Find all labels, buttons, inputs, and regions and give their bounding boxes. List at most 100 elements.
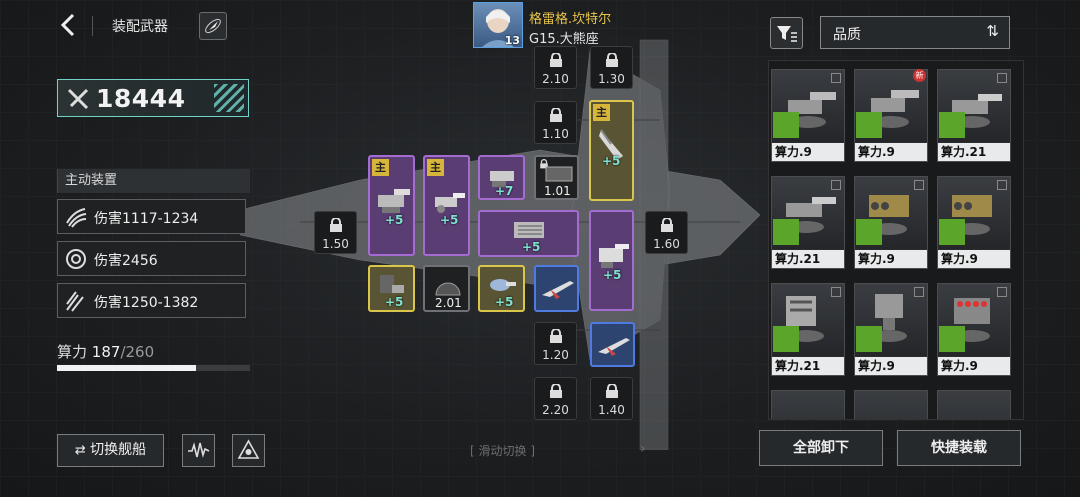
inventory-card[interactable]	[854, 390, 928, 419]
pilot-name: 格雷格.坎特尔	[529, 12, 612, 27]
rank-badge-icon	[939, 112, 965, 138]
inventory-card[interactable]	[771, 390, 845, 419]
compute-bar-fill	[57, 365, 196, 371]
lock-icon	[606, 53, 618, 67]
locked-slot[interactable]: 2.10	[534, 46, 577, 89]
claw-slash-icon	[66, 208, 87, 228]
upgrade-level: +5	[522, 240, 541, 254]
weapon-slot-wide[interactable]: +5	[478, 210, 579, 257]
switch-ship-button[interactable]: ⇄ 切换舰船	[57, 434, 164, 467]
weapon-slot-main[interactable]: 主 +5	[368, 155, 415, 256]
unequip-all-button[interactable]: 全部卸下	[759, 430, 883, 466]
inventory-card[interactable]: 算力.9	[937, 283, 1011, 376]
compute-used: 187	[91, 343, 121, 361]
combat-power-box: 18444	[57, 79, 249, 117]
waveform-button[interactable]	[182, 434, 215, 467]
select-checkbox[interactable]	[831, 180, 841, 190]
rank-badge-icon	[773, 112, 799, 138]
inventory-card[interactable]: 算力.9	[937, 176, 1011, 269]
rocket-icon	[205, 18, 221, 34]
locked-slot[interactable]: 1.30	[590, 46, 633, 89]
locked-slot[interactable]: 1.20	[534, 322, 577, 365]
upgrade-level: +5	[602, 154, 621, 168]
inventory-card[interactable]: 算力.21	[771, 283, 845, 376]
formation-button[interactable]	[232, 434, 265, 467]
combat-power-value: 18444	[96, 84, 186, 113]
select-checkbox[interactable]	[914, 180, 924, 190]
fighter-slot[interactable]	[534, 265, 579, 312]
stat-text: 伤害2456	[94, 253, 158, 269]
weapon-slot-main[interactable]: 主 +5	[423, 155, 470, 256]
sort-order-icon: ⇅	[986, 22, 999, 40]
slot-level: 2.10	[542, 72, 569, 86]
weapon-slot[interactable]: +5	[368, 265, 415, 312]
weapon-thumbnail	[938, 391, 1010, 419]
card-compute: 算力.21	[938, 143, 1010, 161]
inventory-card[interactable]: 算力.9	[771, 69, 845, 162]
main-tag: 主	[372, 159, 389, 176]
active-device-stat[interactable]: 伤害1117-1234	[57, 199, 246, 234]
inventory-card[interactable]: 算力.9	[854, 283, 928, 376]
active-device-stat[interactable]: 伤害2456	[57, 241, 246, 276]
sort-dropdown[interactable]: 品质 ⇅	[820, 16, 1010, 49]
locked-slot[interactable]: 1.60	[645, 211, 688, 254]
select-checkbox[interactable]	[914, 287, 924, 297]
weapon-slot[interactable]: +5	[589, 210, 634, 311]
locked-slot[interactable]: 1.50	[314, 211, 357, 254]
quick-equip-button[interactable]: 快捷装载	[897, 430, 1021, 466]
card-compute: 算力.9	[938, 357, 1010, 375]
rank-badge-icon	[856, 219, 882, 245]
compute-readout: 算力 187/260	[57, 341, 154, 362]
lock-icon	[550, 384, 562, 398]
inventory-card[interactable]	[937, 390, 1011, 419]
weapon-thumbnail	[855, 391, 927, 419]
select-checkbox[interactable]	[831, 73, 841, 83]
weapon-inventory[interactable]: 算力.9 新 算力.9 算力.21 算力.21 算力.9 算力.9 算力.21 …	[768, 60, 1024, 420]
swipe-hint: [ 滑动切换 ]	[470, 444, 536, 458]
locked-slot[interactable]: 1.10	[534, 101, 577, 144]
locked-slot[interactable]: 1.40	[590, 377, 633, 420]
compute-bar	[57, 365, 250, 371]
swap-arrows-icon: ⇄	[74, 443, 86, 458]
upgrade-level: +5	[495, 295, 514, 309]
inventory-card[interactable]: 新 算力.9	[854, 69, 928, 162]
power-stripe-decoration	[214, 84, 244, 112]
card-compute: 算力.9	[855, 143, 927, 161]
inventory-card[interactable]: 算力.21	[771, 176, 845, 269]
slot-level: 1.10	[542, 127, 569, 141]
select-checkbox[interactable]	[831, 287, 841, 297]
fighter-craft-icon	[542, 281, 574, 299]
stat-text: 伤害1250-1382	[94, 295, 199, 311]
upgrade-level: +7	[495, 184, 514, 198]
compute-max: /260	[120, 343, 155, 361]
pilot-avatar[interactable]: 13	[473, 2, 523, 48]
card-compute: 算力.21	[772, 357, 844, 375]
back-arrow-icon[interactable]	[58, 12, 80, 38]
heavy-turret-icon	[599, 244, 629, 268]
lock-icon	[661, 218, 673, 232]
weapon-slot[interactable]: +5	[478, 265, 525, 312]
active-device-stat[interactable]: 伤害1250-1382	[57, 283, 246, 318]
rocket-button[interactable]	[199, 12, 227, 40]
weapon-slot[interactable]: 2.01	[423, 265, 470, 312]
header-divider	[92, 16, 93, 36]
fighter-slot[interactable]	[590, 322, 635, 367]
locked-slot[interactable]: 2.20	[534, 377, 577, 420]
inventory-card[interactable]: 算力.9	[854, 176, 928, 269]
lock-icon	[550, 329, 562, 343]
missile-burst-icon	[66, 291, 84, 312]
slot-level: 1.01	[544, 184, 571, 198]
swipe-right-chevron-icon[interactable]: ›	[640, 441, 646, 457]
card-compute: 算力.21	[772, 250, 844, 268]
weapon-slot[interactable]: +7	[478, 155, 525, 200]
select-checkbox[interactable]	[997, 73, 1007, 83]
weapon-slot-main[interactable]: 主 +5	[589, 100, 634, 201]
inventory-card[interactable]: 算力.21	[937, 69, 1011, 162]
dome-module-icon	[435, 282, 461, 296]
select-checkbox[interactable]	[997, 287, 1007, 297]
rank-badge-icon	[939, 219, 965, 245]
select-checkbox[interactable]	[997, 180, 1007, 190]
weapon-slot[interactable]: 1.01	[534, 155, 579, 200]
filter-button[interactable]	[770, 17, 803, 49]
lock-icon	[550, 108, 562, 122]
